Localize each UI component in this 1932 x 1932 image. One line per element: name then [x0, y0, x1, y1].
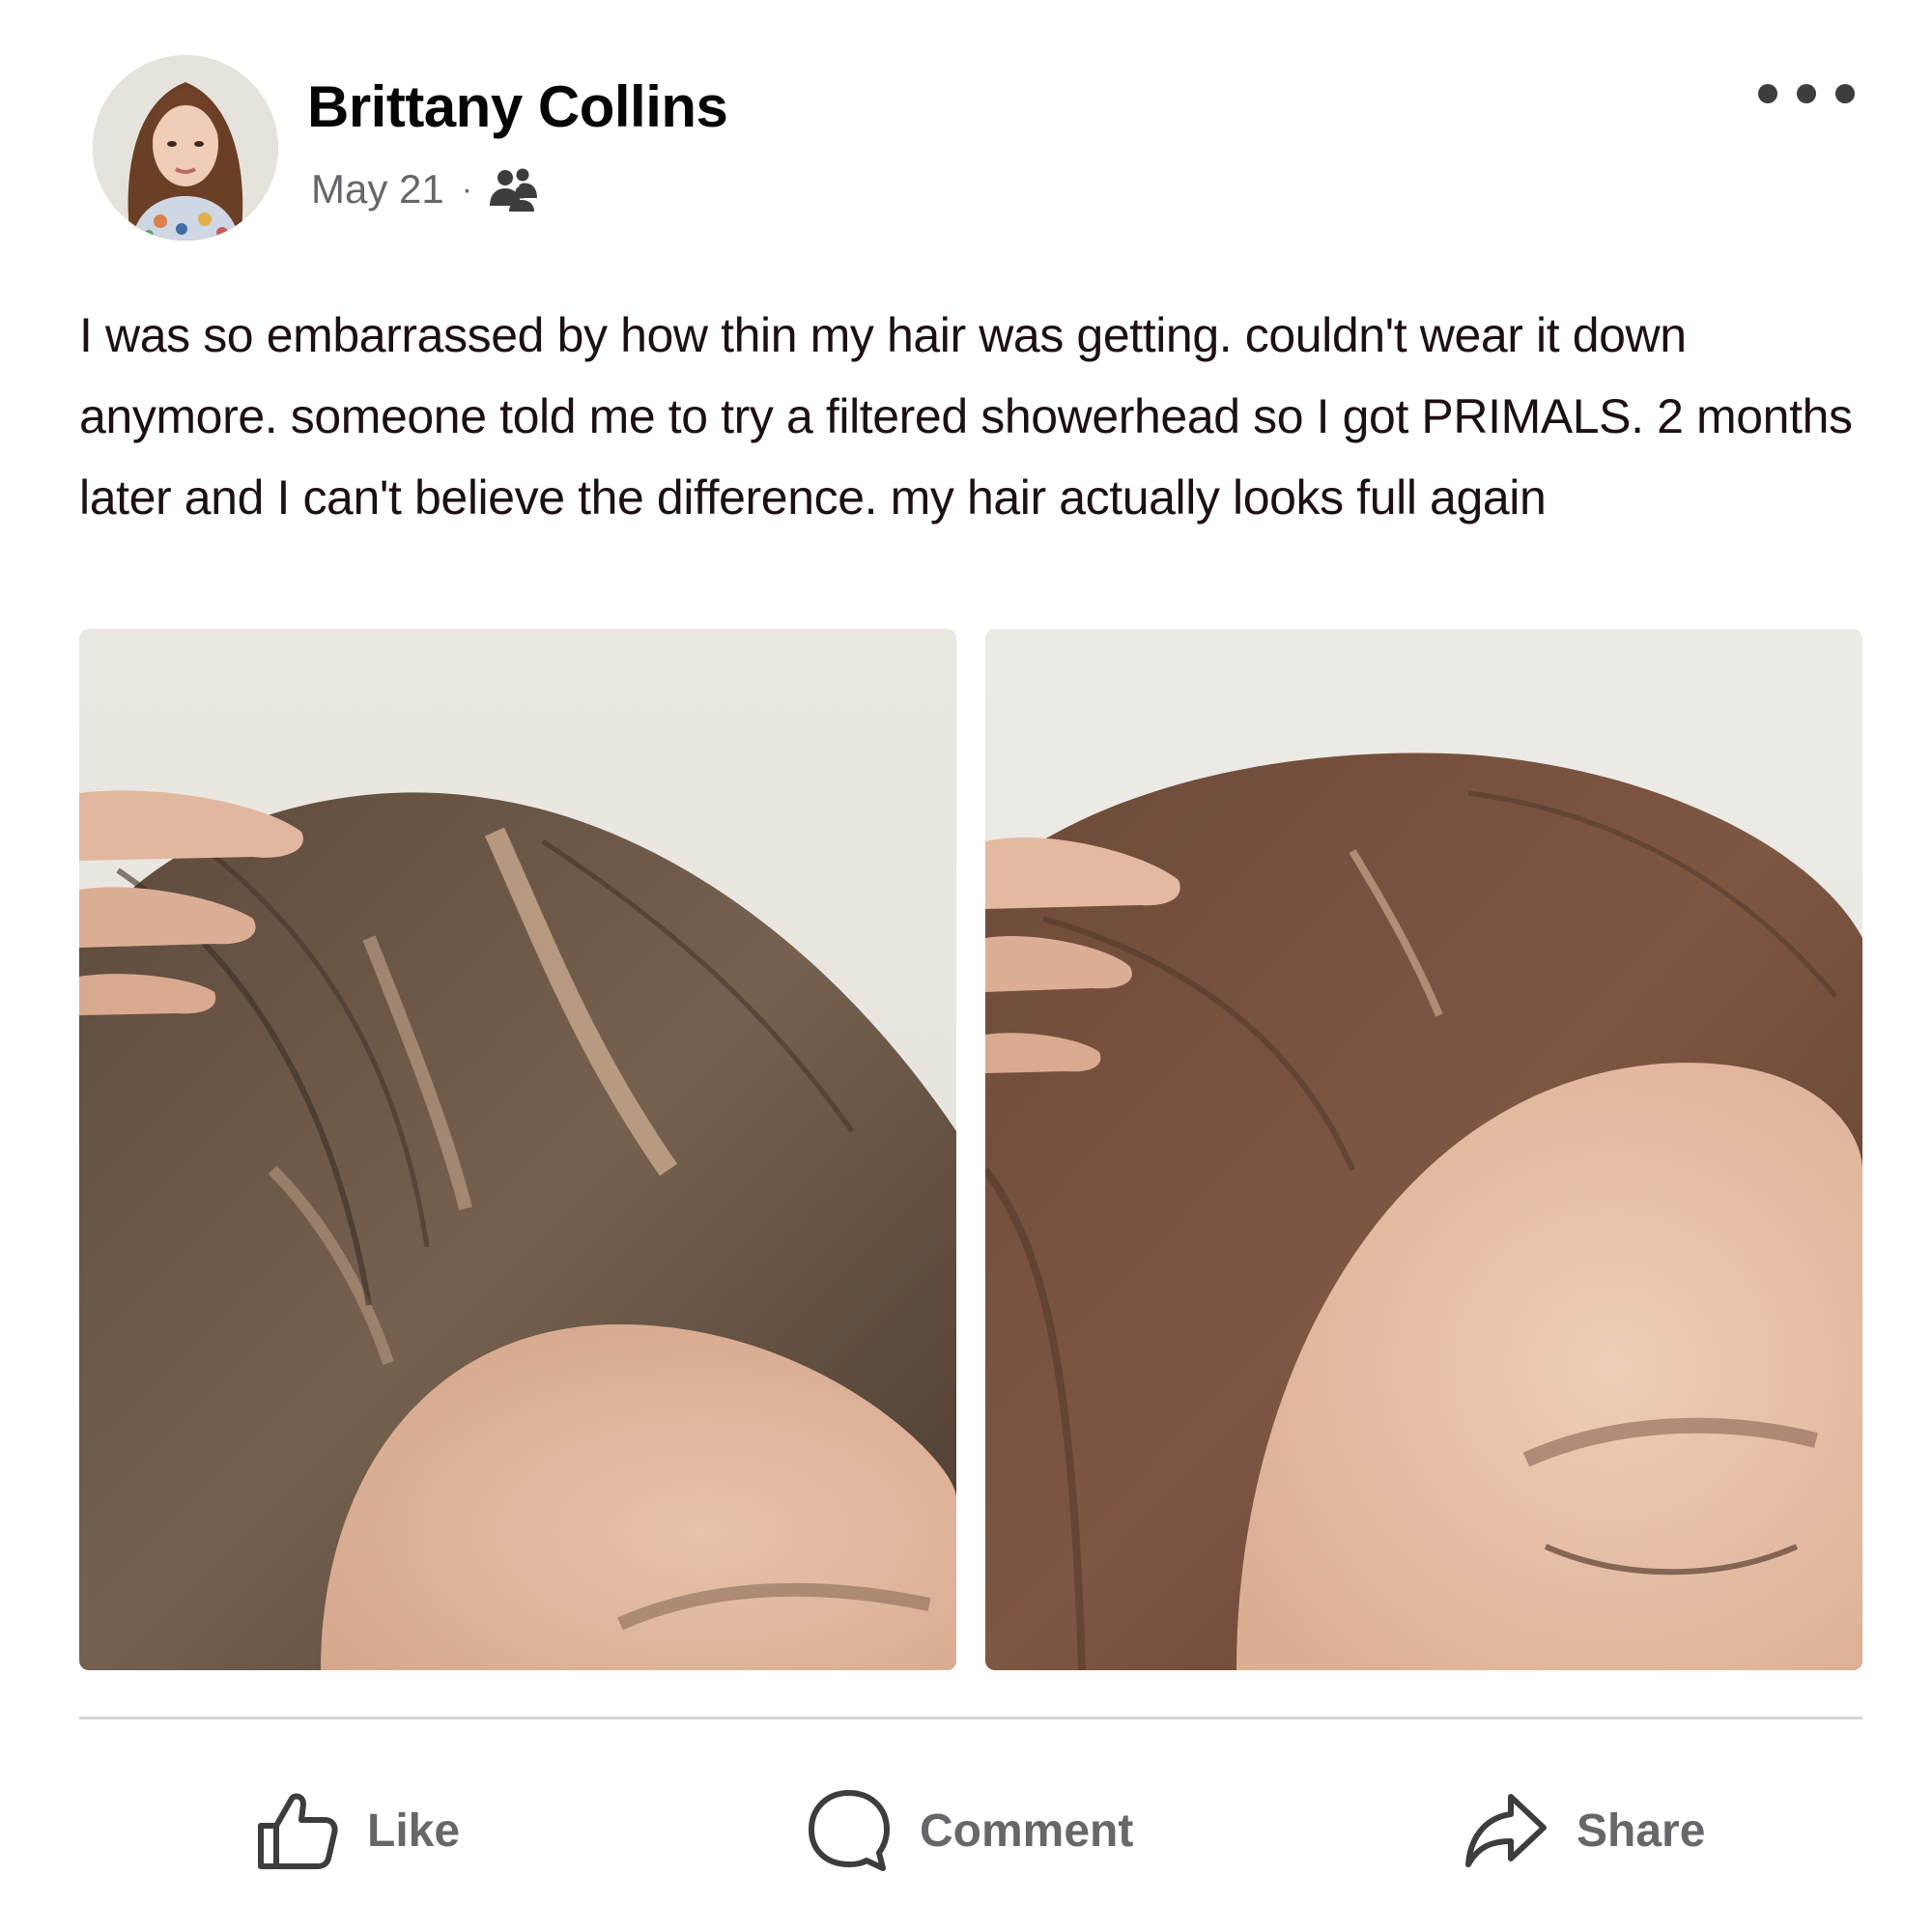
like-label: Like: [367, 1804, 461, 1857]
more-options-icon[interactable]: [1758, 70, 1855, 118]
meta-separator: ·: [461, 170, 473, 208]
after-photo-image: [985, 629, 1862, 1670]
more-dot: [1797, 84, 1816, 103]
share-label: Share: [1577, 1804, 1706, 1857]
more-dot: [1758, 84, 1777, 103]
before-photo-image: [79, 629, 956, 1670]
group-audience-icon[interactable]: [486, 167, 540, 212]
more-dot: [1835, 84, 1855, 103]
like-button[interactable]: Like: [253, 1782, 460, 1879]
avatar-image: [93, 55, 278, 241]
after-photo[interactable]: [985, 629, 1862, 1670]
author-name[interactable]: Brittany Collins: [307, 73, 728, 140]
post-text: I was so embarrassed by how thin my hair…: [79, 308, 1853, 525]
comment-bubble-icon: [809, 1790, 890, 1871]
thumbs-up-icon: [258, 1793, 338, 1869]
actions-divider: [79, 1717, 1862, 1719]
comment-button[interactable]: Comment: [806, 1782, 1133, 1879]
comment-label: Comment: [920, 1804, 1134, 1857]
avatar[interactable]: [93, 55, 278, 241]
post-meta: May 21 ·: [311, 162, 540, 216]
facebook-post-card: Brittany Collins May 21 · I was so embar…: [0, 0, 1932, 1932]
post-date[interactable]: May 21: [311, 166, 444, 213]
share-arrow-icon: [1465, 1794, 1547, 1867]
share-button[interactable]: Share: [1463, 1782, 1705, 1879]
before-photo[interactable]: [79, 629, 956, 1670]
